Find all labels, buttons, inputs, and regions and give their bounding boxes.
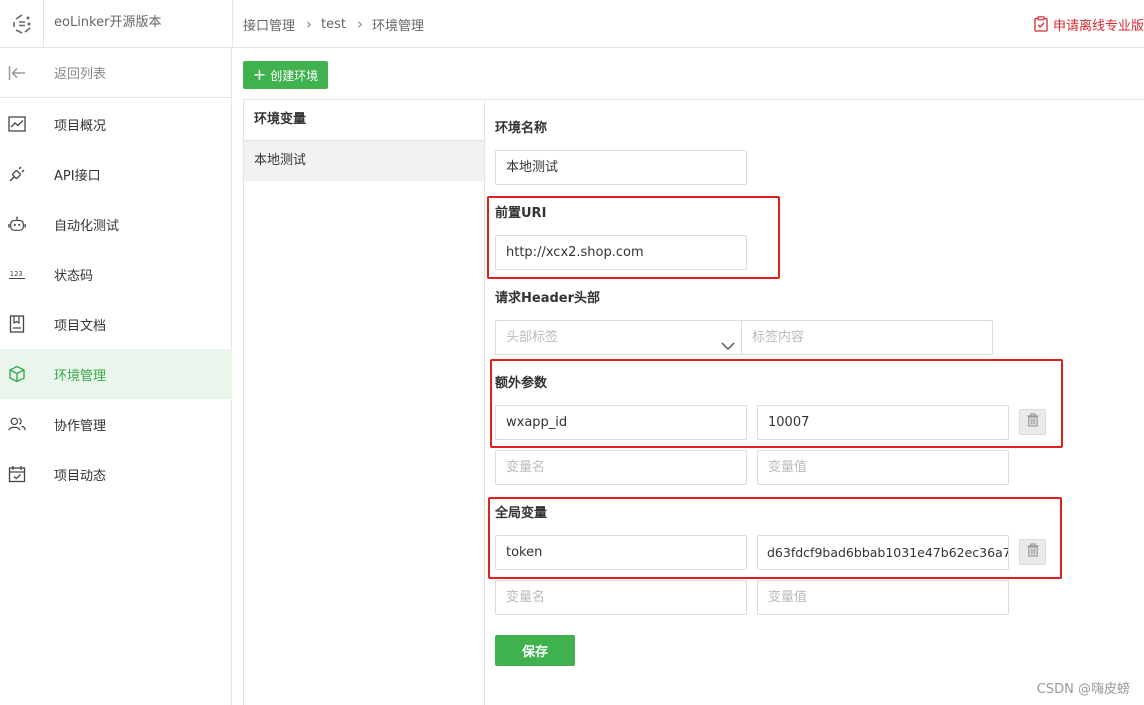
trash-icon xyxy=(1027,413,1039,431)
prefix-uri-label: 前置URI xyxy=(495,206,547,221)
create-env-button[interactable]: + 创建环境 xyxy=(243,61,328,89)
env-name-input[interactable]: 本地测试 xyxy=(495,150,747,185)
divider xyxy=(485,99,1144,100)
request-header-label: 请求Header头部 xyxy=(495,291,601,306)
apply-pro-label: 申请离线专业版 xyxy=(1052,18,1144,34)
robot-icon xyxy=(8,215,26,233)
users-icon xyxy=(8,415,26,433)
plus-icon: + xyxy=(252,65,267,84)
chevron-down-icon xyxy=(721,331,735,354)
env-list-item[interactable]: 本地测试 xyxy=(244,141,484,181)
svg-text:123: 123 xyxy=(10,270,23,278)
back-to-list[interactable]: 返回列表 xyxy=(0,48,232,98)
global-vars-label: 全局变量 xyxy=(495,506,548,521)
new-global-var-value-input[interactable]: 变量值 xyxy=(757,580,1009,615)
chevron-right-icon: › xyxy=(356,15,363,33)
extra-param-name-input[interactable]: wxapp_id xyxy=(495,405,747,440)
extra-param-value-input[interactable]: 10007 xyxy=(757,405,1009,440)
sidebar-item-label: 自动化测试 xyxy=(54,218,120,234)
top-bar: eoLinker开源版本 接口管理 › test › 环境管理 申请离线专业版 xyxy=(0,0,1144,48)
global-var-value-input[interactable]: d63fdcf9bad6bbab1031e47b62ec36a7 xyxy=(757,535,1009,570)
prefix-uri-input[interactable]: http://xcx2.shop.com xyxy=(495,235,747,270)
code-123-icon: 123 xyxy=(8,265,26,283)
breadcrumb-item[interactable]: 接口管理 xyxy=(243,15,295,34)
delete-extra-param-button[interactable] xyxy=(1019,409,1046,435)
chevron-right-icon: › xyxy=(306,15,313,33)
back-arrow-icon xyxy=(8,64,26,82)
sidebar-item-label: 项目文档 xyxy=(54,318,107,334)
header-name-placeholder: 头部标签 xyxy=(506,330,559,345)
sidebar-item-label: 项目概况 xyxy=(54,118,107,134)
new-extra-param-name-input[interactable]: 变量名 xyxy=(495,450,747,485)
delete-global-var-button[interactable] xyxy=(1019,539,1046,565)
cube-icon xyxy=(8,365,26,383)
api-plug-icon xyxy=(8,165,26,183)
sidebar-item-label: 状态码 xyxy=(54,268,94,284)
sidebar-item-overview[interactable]: 项目概况 xyxy=(0,99,232,149)
chart-icon xyxy=(8,115,26,133)
sidebar-item-label: 环境管理 xyxy=(54,368,107,384)
new-global-var-name-input[interactable]: 变量名 xyxy=(495,580,747,615)
global-var-name-input[interactable]: token xyxy=(495,535,747,570)
apply-pro-link[interactable]: 申请离线专业版 xyxy=(1034,0,1144,48)
header-name-select[interactable]: 头部标签 xyxy=(495,320,742,355)
sidebar-item-docs[interactable]: 项目文档 xyxy=(0,299,232,349)
breadcrumb: 接口管理 › test › 环境管理 xyxy=(243,0,424,48)
back-label: 返回列表 xyxy=(54,67,107,82)
sidebar-item-label: API接口 xyxy=(54,168,101,184)
clipboard-check-icon xyxy=(1034,16,1048,32)
header-value-input[interactable]: 标签内容 xyxy=(741,320,993,355)
breadcrumb-item[interactable]: test xyxy=(321,17,346,32)
logo-icon xyxy=(12,14,30,34)
trash-icon xyxy=(1027,543,1039,561)
env-list-panel: 环境变量 本地测试 xyxy=(243,99,485,705)
sidebar-item-env[interactable]: 环境管理 xyxy=(0,349,232,399)
sidebar-item-autotest[interactable]: 自动化测试 xyxy=(0,199,232,249)
sidebar: 返回列表 项目概况 API接口 自动化测试 123 状态码 项目文档 环境管理 … xyxy=(0,48,232,705)
watermark: CSDN @嗨皮螃 xyxy=(1036,682,1130,697)
logo[interactable] xyxy=(0,0,44,48)
app-name: eoLinker开源版本 xyxy=(54,15,162,30)
sidebar-item-collab[interactable]: 协作管理 xyxy=(0,399,232,449)
env-name-label: 环境名称 xyxy=(495,121,548,136)
sidebar-item-activity[interactable]: 项目动态 xyxy=(0,449,232,499)
extra-params-label: 额外参数 xyxy=(495,376,548,391)
new-extra-param-value-input[interactable]: 变量值 xyxy=(757,450,1009,485)
sidebar-item-api[interactable]: API接口 xyxy=(0,149,232,199)
create-env-label: 创建环境 xyxy=(270,68,319,83)
calendar-check-icon xyxy=(8,465,26,483)
breadcrumb-item: 环境管理 xyxy=(371,18,424,34)
document-icon xyxy=(8,315,26,333)
sidebar-item-label: 项目动态 xyxy=(54,468,107,484)
divider xyxy=(232,0,233,48)
save-button[interactable]: 保存 xyxy=(495,635,575,666)
env-list-header: 环境变量 xyxy=(244,100,484,141)
sidebar-item-status-code[interactable]: 123 状态码 xyxy=(0,249,232,299)
sidebar-item-label: 协作管理 xyxy=(54,418,107,434)
